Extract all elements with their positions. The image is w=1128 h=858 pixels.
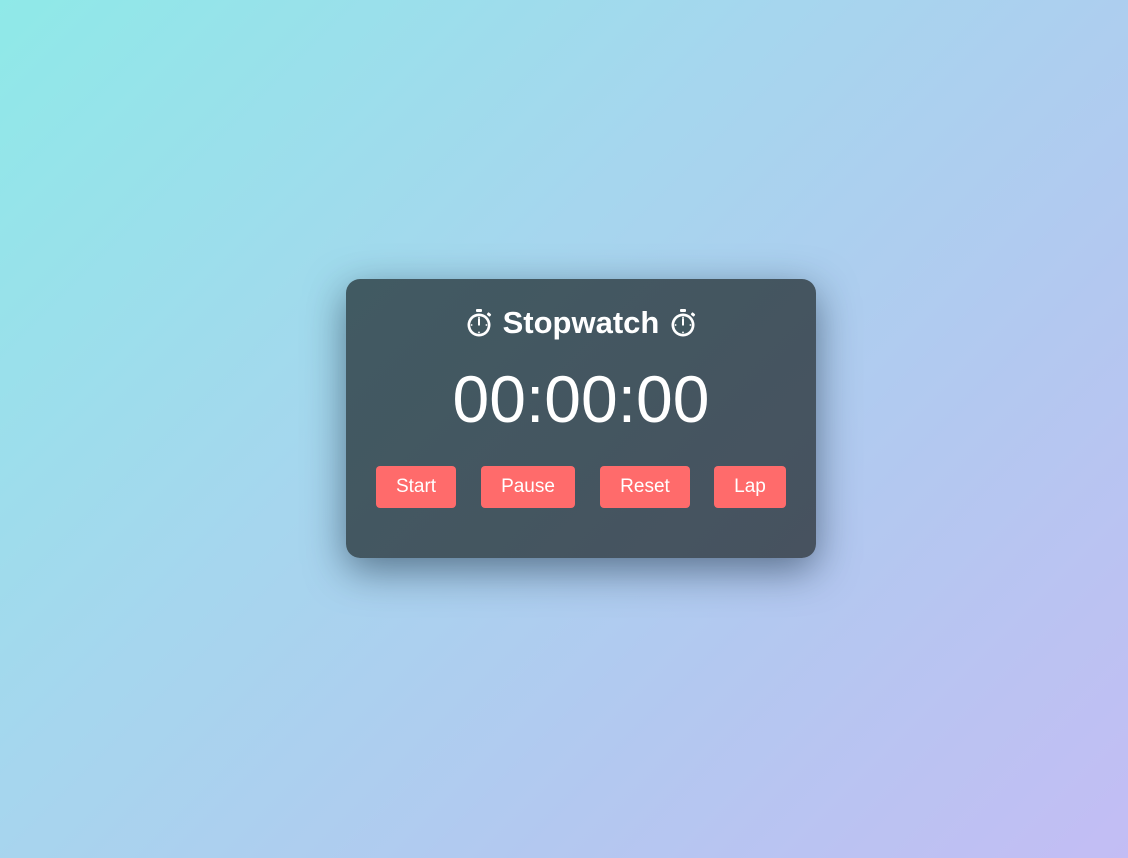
lap-button[interactable]: Lap (714, 466, 786, 508)
stopwatch-icon (465, 308, 493, 338)
time-display: 00:00:00 (452, 362, 710, 436)
stopwatch-icon (669, 308, 697, 338)
start-button[interactable]: Start (376, 466, 456, 508)
page-title: Stopwatch (502, 305, 660, 340)
reset-button[interactable]: Reset (600, 466, 690, 508)
stopwatch-header: Stopwatch (346, 303, 816, 343)
stopwatch-card: Stopwatch 00:00:00 Start Pause Reset Lap (346, 279, 816, 558)
pause-button[interactable]: Pause (481, 466, 575, 508)
